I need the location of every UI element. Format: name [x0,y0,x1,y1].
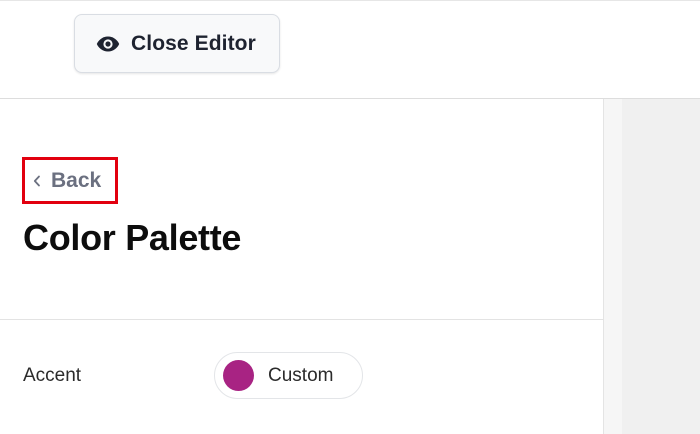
editor-screen: Close Editor Back Color Palette Accent C… [0,0,700,434]
accent-color-value: Custom [268,364,334,386]
back-button[interactable]: Back [22,157,118,204]
back-label: Back [51,168,102,192]
accent-color-picker[interactable]: Custom [214,352,363,399]
preview-area-edge [604,99,622,434]
chevron-left-icon [32,174,42,188]
accent-color-swatch [223,360,254,391]
close-editor-button[interactable]: Close Editor [74,14,280,73]
top-toolbar: Close Editor [0,0,700,99]
accent-label: Accent [23,365,82,386]
settings-panel: Back Color Palette Accent Custom [0,99,604,434]
eye-icon [96,35,120,53]
section-divider [0,319,604,320]
close-editor-label: Close Editor [131,31,256,55]
page-title: Color Palette [23,217,242,258]
